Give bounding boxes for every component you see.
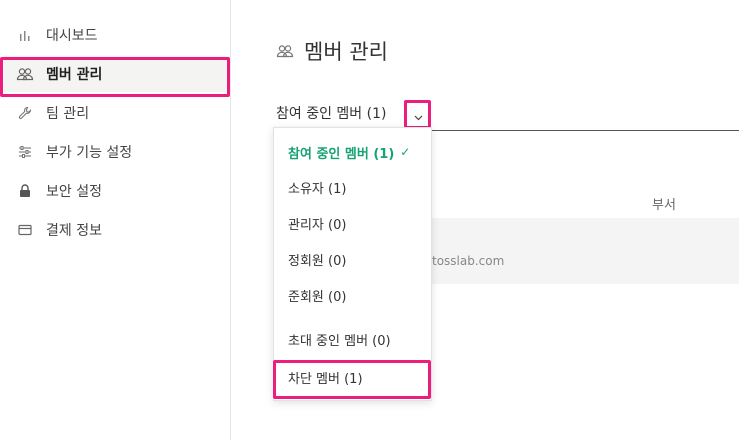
table-row[interactable] [432,218,739,284]
menu-item-associate-member[interactable]: 준회원 (0) [288,284,346,306]
sidebar-item-dashboard[interactable]: 대시보드 [4,17,229,53]
wrench-icon [16,104,34,122]
menu-item-label: 관리자 (0) [288,217,347,233]
member-filter-label: 참여 중인 멤버 (1) [276,106,387,122]
menu-item-full-member[interactable]: 정회원 (0) [288,248,346,270]
row-email: tosslab.com [432,254,505,268]
column-header-department: 부서 [652,198,676,213]
sliders-icon [16,143,34,161]
page-title: 멤버 관리 [276,36,388,66]
menu-item-label: 차단 멤버 (1) [288,371,363,387]
menu-item-admin[interactable]: 관리자 (0) [288,212,346,234]
lock-icon [16,182,34,200]
bar-chart-icon [16,26,34,44]
menu-item-label: 소유자 (1) [288,181,347,197]
page-title-text: 멤버 관리 [304,40,388,64]
sidebar-item-addons[interactable]: 부가 기능 설정 [4,134,229,170]
menu-item-active-members[interactable]: 참여 중인 멤버 (1) ✓ [288,141,410,163]
sidebar-item-label: 결제 정보 [46,223,102,239]
menu-item-blocked-members[interactable]: 차단 멤버 (1) [288,366,363,388]
sidebar-item-label: 팀 관리 [46,106,90,122]
sidebar-item-label: 대시보드 [46,28,98,44]
member-filter-select[interactable]: 참여 중인 멤버 (1) [276,101,386,125]
card-icon [16,221,34,239]
chevron-down-icon [414,106,423,125]
sidebar-item-billing[interactable]: 결제 정보 [4,212,229,248]
sidebar: 대시보드 멤버 관리 팀 관리 부가 기능 설정 보안 설정 결제 정보 [0,0,231,440]
menu-item-invited-members[interactable]: 초대 중인 멤버 (0) [288,328,391,350]
menu-item-label: 정회원 (0) [288,253,347,269]
check-icon: ✓ [400,145,411,159]
members-icon [276,41,296,61]
menu-item-label: 초대 중인 멤버 (0) [288,333,391,349]
menu-item-label: 준회원 (0) [288,289,347,305]
sidebar-item-teams[interactable]: 팀 관리 [4,95,229,131]
filter-dropdown-menu: 참여 중인 멤버 (1) ✓ 소유자 (1) 관리자 (0) 정회원 (0) 준… [273,127,432,401]
members-icon [16,65,34,83]
sidebar-item-members[interactable]: 멤버 관리 [4,56,229,92]
sidebar-item-label: 부가 기능 설정 [46,145,133,161]
sidebar-item-security[interactable]: 보안 설정 [4,173,229,209]
menu-item-owner[interactable]: 소유자 (1) [288,176,346,198]
sidebar-item-label: 멤버 관리 [46,67,103,83]
filter-dropdown-toggle[interactable] [407,103,429,127]
sidebar-item-label: 보안 설정 [46,184,102,200]
menu-item-label: 참여 중인 멤버 (1) [288,146,395,162]
